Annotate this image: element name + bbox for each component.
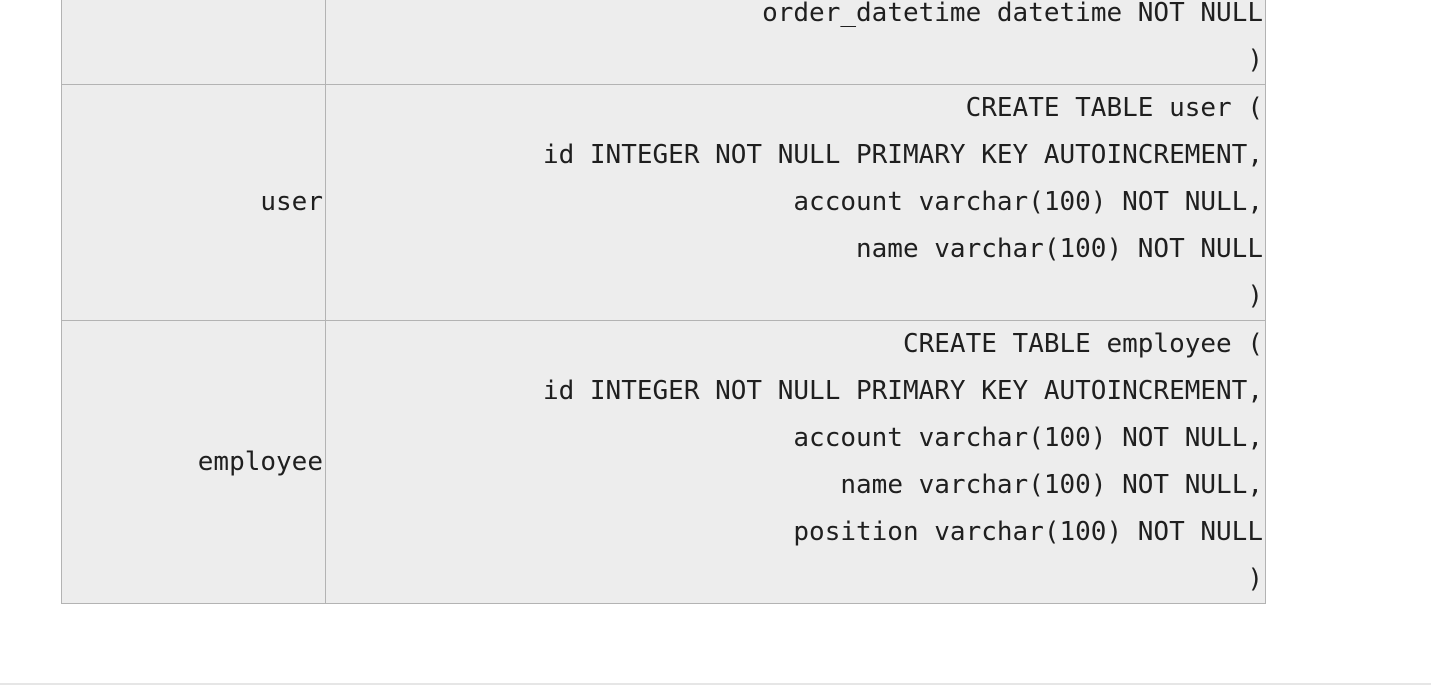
sql-cell: CREATE TABLE employee ( id INTEGER NOT N… <box>325 320 1266 604</box>
sql-line: CREATE TABLE user ( <box>965 93 1263 123</box>
schema-table: order_datetime datetime NOT NULL ) user … <box>61 0 1266 604</box>
sql-line: account varchar(100) NOT NULL, <box>793 423 1263 453</box>
table-name: employee <box>197 446 323 477</box>
sql-line: order_datetime datetime NOT NULL <box>762 0 1263 28</box>
sql-line: name varchar(100) NOT NULL, <box>840 470 1263 500</box>
sql-line: ) <box>1247 45 1263 75</box>
table-name: user <box>260 187 323 217</box>
table-name-cell: employee <box>61 320 326 604</box>
sql-line: name varchar(100) NOT NULL <box>856 234 1263 264</box>
sql-line: ) <box>1247 564 1263 594</box>
table-row: order_datetime datetime NOT NULL ) <box>61 0 1266 85</box>
divider <box>0 683 1431 685</box>
sql-line: account varchar(100) NOT NULL, <box>793 187 1263 217</box>
table-name-cell <box>61 0 326 85</box>
sql-line: position varchar(100) NOT NULL <box>793 517 1263 547</box>
sql-cell: CREATE TABLE user ( id INTEGER NOT NULL … <box>325 84 1266 321</box>
table-name-cell: user <box>61 84 326 321</box>
sql-cell: order_datetime datetime NOT NULL ) <box>325 0 1266 85</box>
sql-line: id INTEGER NOT NULL PRIMARY KEY AUTOINCR… <box>542 376 1263 406</box>
sql-line: ) <box>1247 281 1263 311</box>
sql-line: id INTEGER NOT NULL PRIMARY KEY AUTOINCR… <box>542 140 1263 170</box>
table-row: user CREATE TABLE user ( id INTEGER NOT … <box>61 84 1266 321</box>
page: order_datetime datetime NOT NULL ) user … <box>0 0 1431 688</box>
table-row: employee CREATE TABLE employee ( id INTE… <box>61 320 1266 604</box>
sql-line: CREATE TABLE employee ( <box>902 329 1263 359</box>
